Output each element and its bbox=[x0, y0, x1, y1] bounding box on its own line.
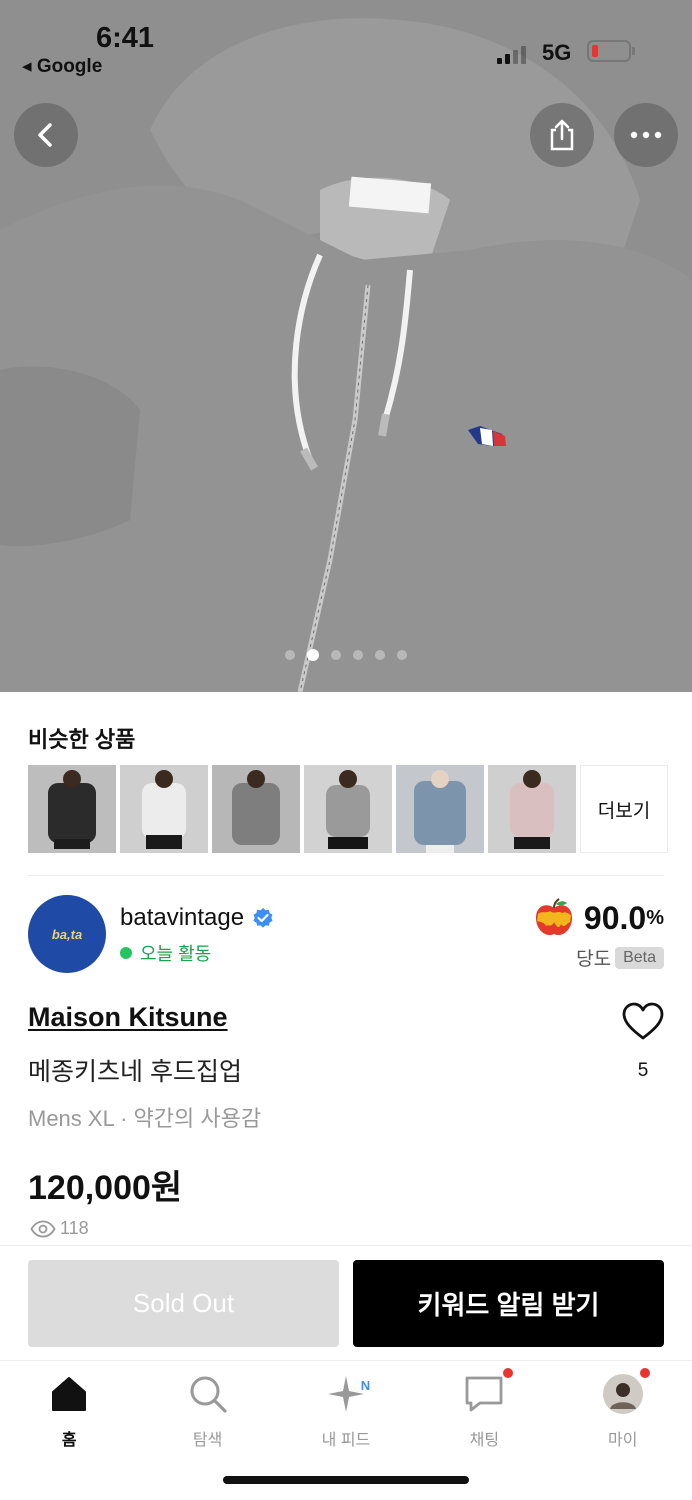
similar-product-thumb[interactable] bbox=[304, 765, 392, 853]
tab-my-feed[interactable]: N 내 피드 bbox=[277, 1372, 415, 1452]
chat-icon bbox=[465, 1376, 503, 1412]
product-price: 120,000원 bbox=[28, 1169, 183, 1207]
apple-icon bbox=[535, 898, 572, 936]
home-icon bbox=[52, 1377, 87, 1411]
new-badge: N bbox=[360, 1378, 371, 1393]
sweetness-label-row: 당도 Beta bbox=[576, 944, 664, 971]
tab-my[interactable]: 마이 bbox=[554, 1368, 692, 1452]
more-options-button[interactable] bbox=[614, 103, 678, 167]
section-divider bbox=[28, 875, 664, 876]
seller-name: batavintage bbox=[120, 904, 245, 931]
product-name: 메종키츠네 후드집업 bbox=[28, 1058, 242, 1086]
network-type: 5G bbox=[542, 40, 572, 65]
view-count: 118 bbox=[60, 1218, 89, 1238]
tab-chat[interactable]: 채팅 bbox=[415, 1368, 553, 1452]
sweetness-value: 90.0 bbox=[583, 899, 647, 936]
action-divider bbox=[0, 1245, 692, 1246]
sweetness-unit: % bbox=[646, 906, 664, 929]
similar-product-thumb[interactable] bbox=[28, 765, 116, 853]
similar-more-button[interactable]: 더보기 bbox=[580, 765, 668, 853]
product-thumbnail bbox=[212, 765, 300, 853]
product-thumbnail bbox=[28, 765, 116, 853]
status-bar: 6:41 ◂ Google 5G bbox=[0, 0, 692, 90]
my-notification-dot bbox=[639, 1368, 650, 1378]
product-thumbnail bbox=[488, 765, 576, 853]
product-thumbnail bbox=[396, 765, 484, 853]
chevron-left-icon bbox=[38, 123, 52, 147]
product-photo bbox=[0, 0, 692, 692]
verified-badge-icon bbox=[253, 908, 273, 928]
sweetness-score[interactable]: 90.0% bbox=[532, 896, 664, 940]
profile-icon bbox=[602, 1374, 643, 1414]
beta-badge: Beta bbox=[615, 946, 664, 969]
bottom-tab-bar: 홈 탐색 N 내 피드 채팅 마이 bbox=[0, 1368, 692, 1452]
back-to-app-link[interactable]: ◂ Google bbox=[22, 55, 102, 78]
heart-icon bbox=[622, 1002, 664, 1040]
product-thumbnail bbox=[120, 765, 208, 853]
eye-icon bbox=[30, 1220, 56, 1237]
similar-product-thumb[interactable] bbox=[396, 765, 484, 853]
seller-avatar[interactable]: ba,ta bbox=[28, 895, 106, 973]
product-thumbnail bbox=[304, 765, 392, 853]
product-brand-link[interactable]: Maison Kitsune bbox=[28, 1002, 228, 1033]
tab-my-feed-label: 내 피드 bbox=[321, 1432, 371, 1449]
view-count-row: 118 bbox=[30, 1218, 89, 1239]
tab-my-label: 마이 bbox=[608, 1432, 638, 1449]
similar-product-thumb[interactable] bbox=[212, 765, 300, 853]
status-time: 6:41 bbox=[96, 22, 155, 54]
tab-explore-label: 탐색 bbox=[192, 1432, 223, 1449]
back-button[interactable] bbox=[14, 103, 78, 167]
product-image-carousel[interactable]: 6:41 ◂ Google 5G bbox=[0, 0, 692, 692]
battery-icon bbox=[587, 40, 635, 62]
tab-explore[interactable]: 탐색 bbox=[138, 1372, 276, 1452]
similar-products-title: 비슷한 상품 bbox=[28, 727, 136, 752]
share-icon bbox=[550, 119, 574, 151]
more-horizontal-icon bbox=[630, 131, 662, 139]
chat-notification-dot bbox=[503, 1368, 514, 1378]
carousel-indicator bbox=[0, 649, 692, 661]
sold-out-button[interactable]: Sold Out bbox=[28, 1260, 339, 1347]
keyword-alert-button[interactable]: 키워드 알림 받기 bbox=[353, 1260, 664, 1347]
product-size-condition: Mens XL · 약간의 사용감 bbox=[28, 1106, 262, 1131]
like-button[interactable] bbox=[621, 1002, 665, 1047]
home-indicator bbox=[223, 1476, 469, 1484]
search-icon bbox=[190, 1376, 227, 1413]
tab-home-label: 홈 bbox=[61, 1432, 77, 1449]
similar-product-thumb[interactable] bbox=[488, 765, 576, 853]
similar-products-list: 더보기 bbox=[28, 765, 668, 853]
seller-name-row[interactable]: batavintage bbox=[120, 904, 274, 932]
seller-activity-label: 오늘 활동 bbox=[140, 944, 212, 964]
similar-product-thumb[interactable] bbox=[120, 765, 208, 853]
tab-chat-label: 채팅 bbox=[469, 1432, 500, 1449]
share-button[interactable] bbox=[530, 103, 594, 167]
tabbar-divider bbox=[0, 1360, 692, 1361]
tab-home[interactable]: 홈 bbox=[0, 1372, 138, 1452]
sweetness-label: 당도 bbox=[576, 949, 612, 970]
online-dot-icon bbox=[120, 947, 132, 959]
like-count: 5 bbox=[637, 1060, 649, 1081]
seller-activity: 오늘 활동 bbox=[120, 940, 211, 966]
signal-icon bbox=[497, 44, 526, 64]
